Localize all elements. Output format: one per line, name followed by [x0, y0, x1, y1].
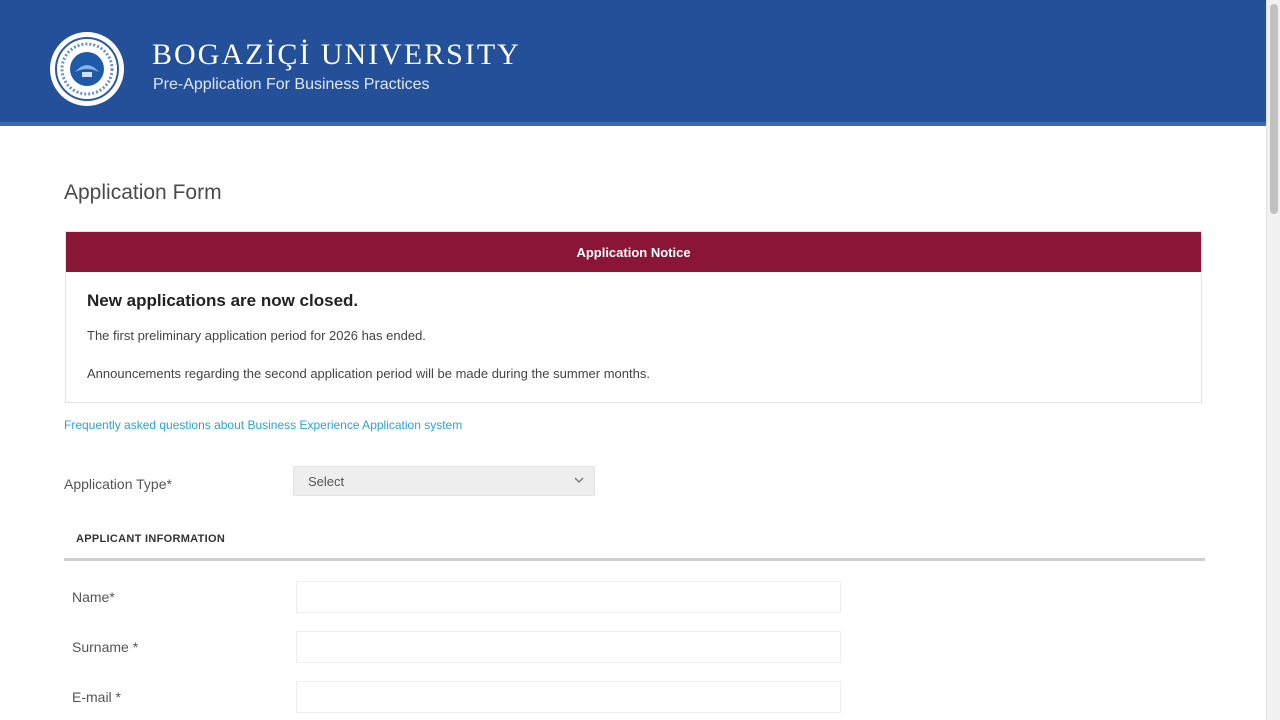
name-input[interactable] [296, 581, 841, 613]
application-type-label: Application Type* [64, 476, 172, 492]
name-label: Name* [72, 589, 115, 605]
notice-heading: Application Notice [66, 232, 1201, 272]
site-header: BOGAZİÇİ UNIVERSITY Pre-Application For … [0, 0, 1266, 125]
applicant-information-heading: APPLICANT INFORMATION [76, 533, 226, 545]
page-title: Application Form [64, 181, 222, 204]
application-notice-panel: Application Notice New applications are … [65, 231, 1202, 403]
university-seal-icon[interactable] [50, 32, 124, 106]
email-input[interactable] [296, 681, 841, 713]
surname-input[interactable] [296, 631, 841, 663]
email-label: E-mail * [72, 689, 122, 705]
application-type-select[interactable]: Select [293, 466, 595, 496]
section-divider [64, 558, 1205, 561]
chevron-down-icon [574, 477, 584, 483]
application-type-selected: Select [308, 473, 345, 489]
page-scrollbar[interactable] [1266, 0, 1280, 720]
faq-link[interactable]: Frequently asked questions about Busines… [64, 418, 462, 432]
notice-text-period: The first preliminary application period… [87, 328, 426, 343]
notice-text-announcement: Announcements regarding the second appli… [87, 366, 650, 381]
notice-title: New applications are now closed. [87, 291, 359, 310]
university-name: BOGAZİÇİ UNIVERSITY [152, 38, 521, 71]
surname-label: Surname * [72, 639, 139, 655]
scrollbar-thumb[interactable] [1270, 4, 1278, 214]
site-subtitle: Pre-Application For Business Practices [153, 76, 430, 93]
header-divider [0, 122, 1266, 126]
